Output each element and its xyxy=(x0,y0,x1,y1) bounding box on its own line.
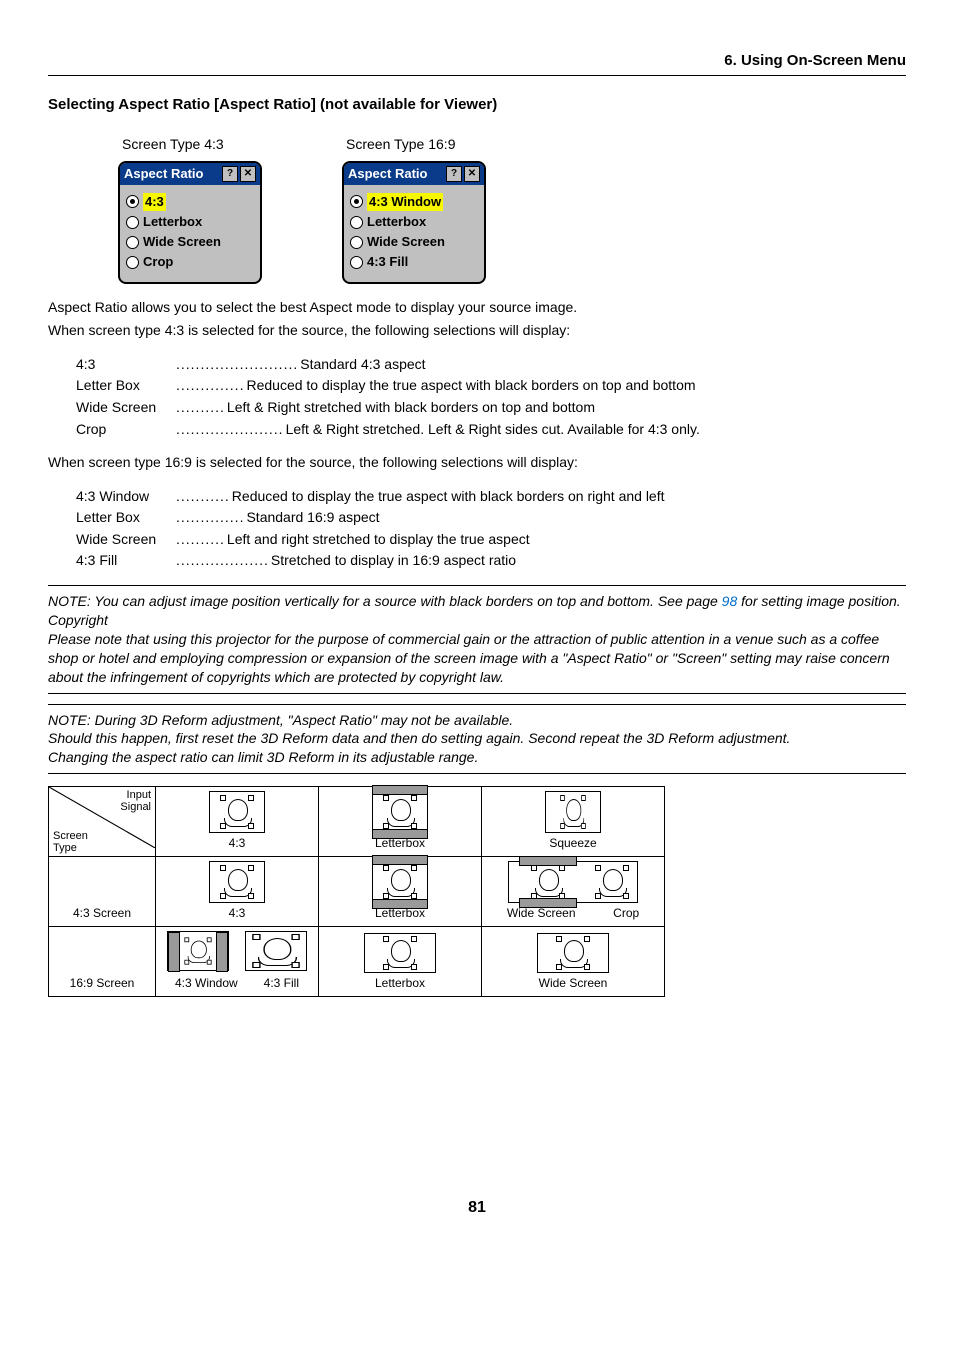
radio-option: Wide Screen xyxy=(367,233,445,251)
radio-option: 4:3 xyxy=(143,193,166,211)
page-number: 81 xyxy=(48,1197,906,1219)
copyright-text: Please note that using this projector fo… xyxy=(48,631,890,685)
radio-option: Crop xyxy=(143,253,173,271)
definitions-43: 4:3.........................Standard 4:3… xyxy=(76,355,906,439)
col-header-letterbox: Letterbox xyxy=(325,835,475,852)
close-icon: ✕ xyxy=(240,166,256,182)
section-title: Selecting Aspect Ratio [Aspect Ratio] (n… xyxy=(48,94,906,115)
radio-option: 4:3 Window xyxy=(367,193,443,211)
page-link-98[interactable]: 98 xyxy=(722,593,738,609)
aspect-dialog-169: Aspect Ratio ? ✕ 4:3 Window Letterbox Wi… xyxy=(342,161,486,284)
intro-paragraph-3: When screen type 16:9 is selected for th… xyxy=(48,453,906,473)
chapter-header: 6. Using On-Screen Menu xyxy=(48,50,906,76)
note-3d-reform: NOTE: During 3D Reform adjustment, "Aspe… xyxy=(48,711,906,768)
dialog-caption-right: Screen Type 16:9 xyxy=(346,135,455,155)
dialog-screenshots: Screen Type 4:3 Aspect Ratio ? ✕ 4:3 Let… xyxy=(118,135,906,284)
radio-option: Letterbox xyxy=(367,213,426,231)
row-header-169: 16:9 Screen xyxy=(49,926,156,996)
help-icon: ? xyxy=(222,166,238,182)
col-header-squeeze: Squeeze xyxy=(488,835,658,852)
aspect-dialog-43: Aspect Ratio ? ✕ 4:3 Letterbox Wide Scre… xyxy=(118,161,262,284)
close-icon: ✕ xyxy=(464,166,480,182)
dialog-title-right: Aspect Ratio xyxy=(348,165,427,183)
intro-paragraph-2: When screen type 4:3 is selected for the… xyxy=(48,321,906,341)
aspect-ratio-table: Input Signal Screen Type 4:3 Letterbox S… xyxy=(48,786,665,996)
help-icon: ? xyxy=(446,166,462,182)
dialog-caption-left: Screen Type 4:3 xyxy=(122,135,224,155)
radio-option: 4:3 Fill xyxy=(367,253,408,271)
intro-paragraph-1: Aspect Ratio allows you to select the be… xyxy=(48,298,906,318)
copyright-label: Copyright xyxy=(48,612,108,628)
definitions-169: 4:3 Window...........Reduced to display … xyxy=(76,487,906,571)
dialog-title-left: Aspect Ratio xyxy=(124,165,203,183)
col-header-43: 4:3 xyxy=(162,835,312,852)
radio-option: Wide Screen xyxy=(143,233,221,251)
row-header-43: 4:3 Screen xyxy=(49,856,156,926)
radio-option: Letterbox xyxy=(143,213,202,231)
note-position: NOTE: You can adjust image position vert… xyxy=(48,592,906,686)
